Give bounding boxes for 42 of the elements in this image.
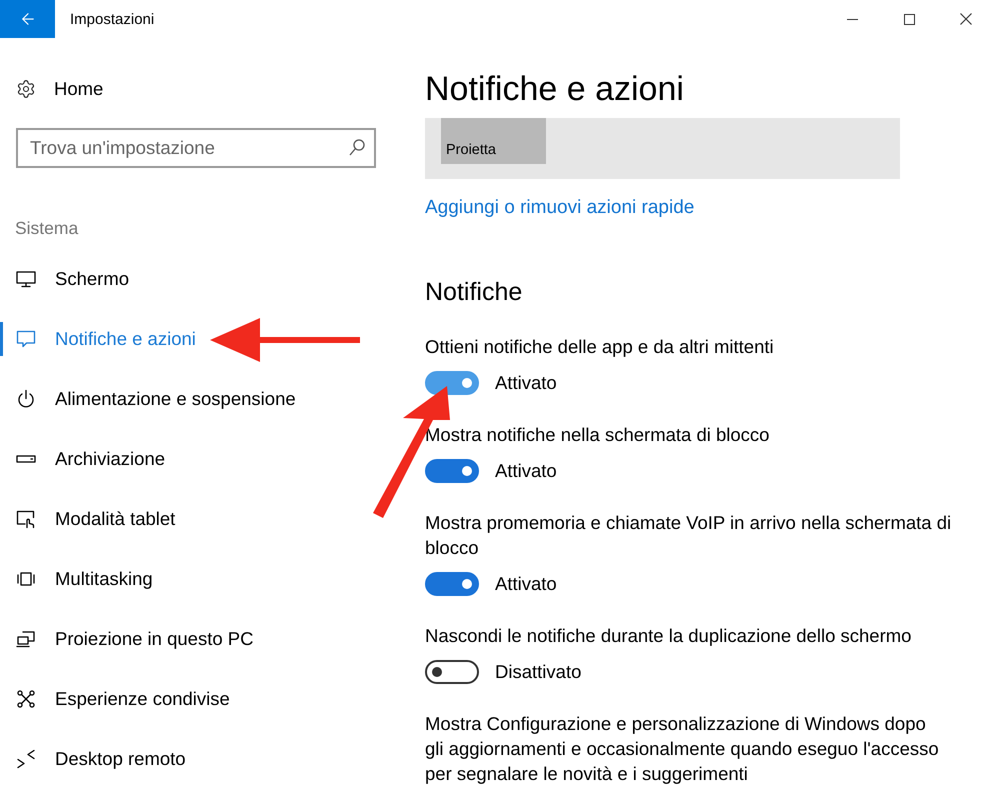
window-title: Impostazioni: [70, 10, 154, 28]
toggle-state-label: Disattivato: [495, 660, 582, 684]
nav-item[interactable]: Notifiche e azioni: [0, 311, 196, 367]
nav-item[interactable]: Modalità tablet: [0, 491, 176, 547]
toggle-switch[interactable]: [425, 572, 479, 596]
toggle-state-label: Attivato: [495, 371, 557, 395]
toggle-switch[interactable]: [425, 371, 479, 395]
setting-label: Mostra notifiche nella schermata di blocco: [425, 423, 770, 447]
nav-item[interactable]: Schermo: [0, 251, 130, 307]
close-icon: [960, 13, 972, 25]
tablet-icon: [16, 509, 36, 529]
nav-item[interactable]: Archiviazione: [0, 431, 166, 487]
toggle-state-label: Attivato: [495, 572, 557, 596]
setting-label: Mostra promemoria e chiamate VoIP in arrivo nella schermata di blocco: [425, 511, 952, 560]
nodes-icon: [16, 689, 36, 709]
monitor-icon: [16, 269, 36, 289]
search-field[interactable]: Trova un'impostazione: [16, 128, 376, 168]
nav-item[interactable]: Multitasking: [0, 551, 153, 607]
minimize-icon: [846, 18, 858, 20]
power-icon: [16, 389, 36, 409]
home-link[interactable]: Home: [16, 69, 104, 109]
toggle-switch[interactable]: [425, 459, 479, 483]
setting-description: Mostra Configurazione e personalizzazione di Windows dopo gli aggiornamenti e occasionalmente quando eseguo l'accesso per segnalare le novità e i suggerimenti: [425, 712, 940, 786]
setting-label: Ottieni notifiche delle app e da altri mittenti: [425, 335, 774, 359]
nav-item[interactable]: Desktop remoto: [0, 731, 186, 787]
speech-bubble-icon: [16, 329, 36, 349]
page-title: Notifiche e azioni: [425, 69, 684, 109]
nav-item[interactable]: Proiezione in questo PC: [0, 611, 254, 667]
toggle-state-label: Attivato: [495, 459, 557, 483]
nav-item[interactable]: Esperienze condivise: [0, 671, 230, 727]
nav-item[interactable]: Alimentazione e sospensione: [0, 371, 296, 427]
quick-action-tile[interactable]: Proietta: [441, 118, 546, 164]
toggle-switch[interactable]: [425, 660, 479, 684]
section-label: Sistema: [15, 217, 78, 240]
search-icon: [349, 139, 365, 156]
chevrons-icon: [16, 749, 36, 769]
quick-actions-link[interactable]: Aggiungi o rimuovi azioni rapide: [425, 195, 694, 221]
screens-icon: [16, 629, 36, 649]
settings-icon: [16, 79, 36, 99]
maximize-icon: [904, 14, 914, 24]
section-heading: Notifiche: [425, 277, 522, 308]
setting-label: Nascondi le notifiche durante la duplicazione dello schermo: [425, 624, 912, 648]
